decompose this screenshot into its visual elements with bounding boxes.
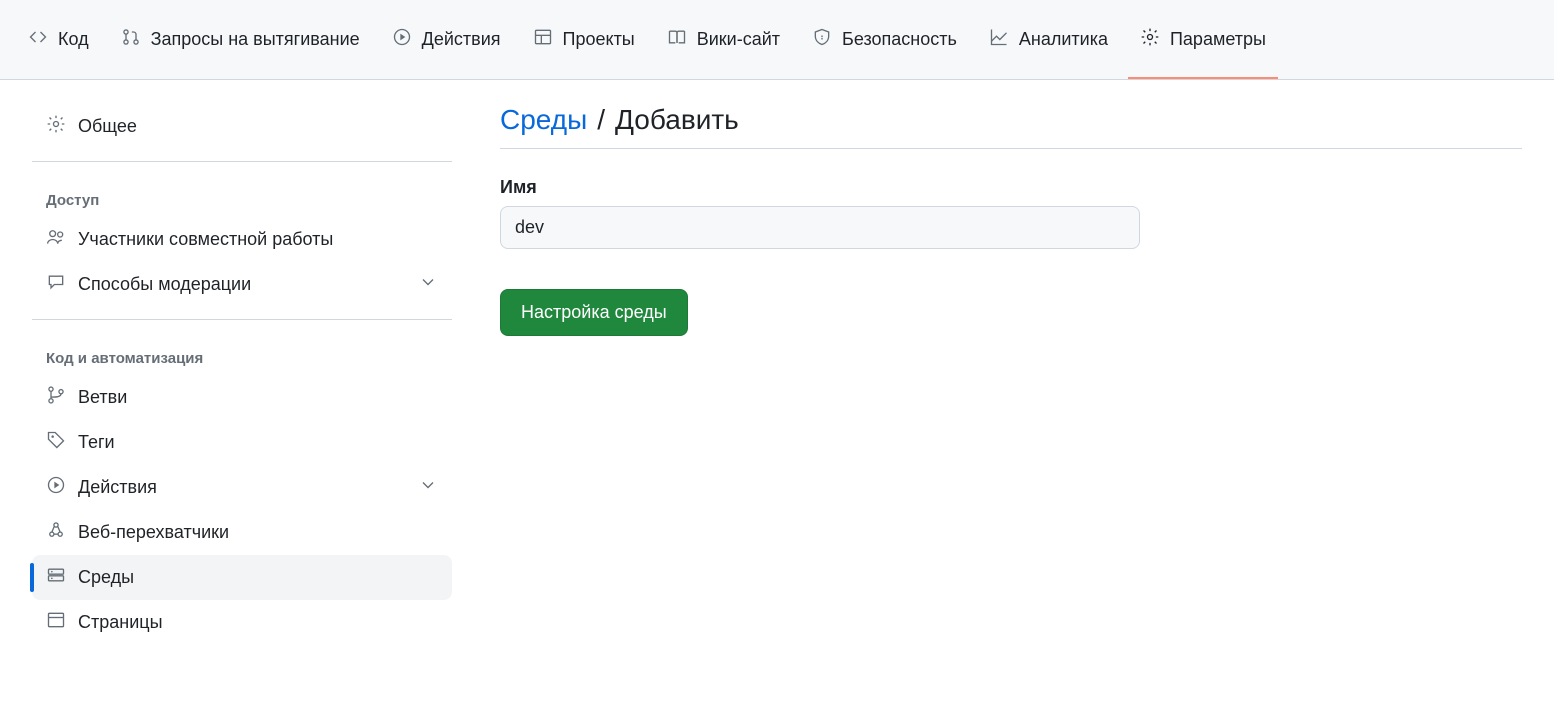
tab-label: Аналитика (1019, 29, 1108, 50)
top-nav: Код Запросы на вытягивание Действия Прое… (0, 0, 1554, 80)
tab-label: Вики-сайт (697, 29, 780, 50)
tab-settings[interactable]: Параметры (1128, 0, 1278, 79)
play-icon (392, 27, 412, 52)
sidebar-heading-code: Код и автоматизация (32, 332, 452, 375)
gear-icon (1140, 27, 1160, 52)
table-icon (533, 27, 553, 52)
main-content: Среды / Добавить Имя Настройка среды (500, 104, 1522, 645)
sidebar-item-general[interactable]: Общее (32, 104, 452, 149)
sidebar-item-label: Участники совместной работы (78, 229, 333, 250)
chevron-down-icon (418, 272, 438, 297)
tab-label: Код (58, 29, 89, 50)
code-icon (28, 27, 48, 52)
sidebar-item-branches[interactable]: Ветви (32, 375, 452, 420)
tab-label: Проекты (563, 29, 635, 50)
browser-icon (46, 610, 66, 635)
shield-icon (812, 27, 832, 52)
tab-pull-requests[interactable]: Запросы на вытягивание (109, 0, 372, 79)
breadcrumb-current: Добавить (615, 104, 739, 136)
divider (32, 161, 452, 162)
tab-projects[interactable]: Проекты (521, 0, 647, 79)
tab-wiki[interactable]: Вики-сайт (655, 0, 792, 79)
tab-label: Параметры (1170, 29, 1266, 50)
sidebar-item-label: Ветви (78, 387, 127, 408)
tab-security[interactable]: Безопасность (800, 0, 969, 79)
environment-name-input[interactable] (500, 206, 1140, 249)
tab-label: Безопасность (842, 29, 957, 50)
configure-environment-button[interactable]: Настройка среды (500, 289, 688, 336)
breadcrumb-link-environments[interactable]: Среды (500, 104, 587, 136)
book-icon (667, 27, 687, 52)
chevron-down-icon (418, 475, 438, 500)
sidebar-item-label: Страницы (78, 612, 163, 633)
play-icon (46, 475, 66, 500)
sidebar-heading-access: Доступ (32, 174, 452, 217)
tab-label: Запросы на вытягивание (151, 29, 360, 50)
sidebar-item-label: Способы модерации (78, 274, 251, 295)
sidebar-item-label: Среды (78, 567, 134, 588)
graph-icon (989, 27, 1009, 52)
sidebar-item-label: Теги (78, 432, 115, 453)
tab-insights[interactable]: Аналитика (977, 0, 1120, 79)
branch-icon (46, 385, 66, 410)
pull-request-icon (121, 27, 141, 52)
webhook-icon (46, 520, 66, 545)
breadcrumb-separator: / (597, 104, 605, 136)
gear-icon (46, 114, 66, 139)
tab-actions[interactable]: Действия (380, 0, 513, 79)
divider (32, 319, 452, 320)
sidebar-item-actions[interactable]: Действия (32, 465, 452, 510)
sidebar-item-collaborators[interactable]: Участники совместной работы (32, 217, 452, 262)
sidebar-item-environments[interactable]: Среды (32, 555, 452, 600)
sidebar-item-label: Общее (78, 116, 137, 137)
sidebar-item-moderation[interactable]: Способы модерации (32, 262, 452, 307)
sidebar-item-tags[interactable]: Теги (32, 420, 452, 465)
comment-icon (46, 272, 66, 297)
sidebar-item-label: Действия (78, 477, 157, 498)
people-icon (46, 227, 66, 252)
name-label: Имя (500, 177, 1522, 198)
server-icon (46, 565, 66, 590)
sidebar-item-pages[interactable]: Страницы (32, 600, 452, 645)
tab-code[interactable]: Код (16, 0, 101, 79)
tag-icon (46, 430, 66, 455)
sidebar-item-webhooks[interactable]: Веб-перехватчики (32, 510, 452, 555)
settings-sidebar: Общее Доступ Участники совместной работы… (32, 104, 452, 645)
breadcrumb: Среды / Добавить (500, 104, 1522, 149)
sidebar-item-label: Веб-перехватчики (78, 522, 229, 543)
tab-label: Действия (422, 29, 501, 50)
